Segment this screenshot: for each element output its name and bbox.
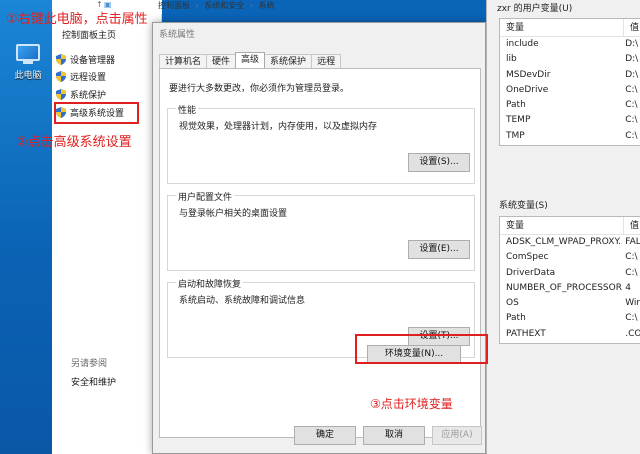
annotation-step1: ①右键此电脑，点击属性 bbox=[6, 12, 148, 27]
tab-hardware[interactable]: 硬件 bbox=[206, 54, 237, 68]
user-profiles-desc: 与登录帐户相关的桌面设置 bbox=[179, 209, 288, 219]
list-item[interactable]: Path C:\ bbox=[500, 98, 640, 113]
annotation-step3: ③点击环境变量 bbox=[370, 397, 453, 411]
performance-settings-button[interactable]: 设置(S)... bbox=[408, 153, 470, 172]
breadcrumb: 控制面板 › 系统和安全 › 系统 bbox=[158, 1, 275, 10]
shield-icon bbox=[56, 71, 66, 82]
performance-desc: 视觉效果，处理器计划，内存使用，以及虚拟内存 bbox=[179, 122, 378, 132]
highlight-advanced-settings bbox=[54, 102, 139, 124]
list-item[interactable]: ADSK_CLM_WPAD_PROXY... FAL bbox=[500, 235, 640, 250]
list-item[interactable]: TEMP C:\ bbox=[500, 113, 640, 128]
desktop: 此电脑 bbox=[0, 0, 52, 454]
value-column-header[interactable]: 值 bbox=[624, 217, 639, 234]
system-window: ↑ ▣ 控制面板主页 设备管理器 远程设置 系统保护 高级系统设置 另请参阅 安… bbox=[52, 0, 162, 454]
user-profiles-group: 用户配置文件 与登录帐户相关的桌面设置 设置(E)... bbox=[167, 190, 475, 271]
system-protection-link[interactable]: 系统保护 bbox=[56, 88, 106, 101]
list-item[interactable]: OS Wir bbox=[500, 296, 640, 311]
apply-button[interactable]: 应用(A) bbox=[432, 426, 482, 445]
system-variables-list[interactable]: 变量 值 ADSK_CLM_WPAD_PROXY... FAL ComSpec C:… bbox=[499, 216, 640, 344]
tab-computer-name[interactable]: 计算机名 bbox=[159, 54, 208, 68]
list-item[interactable]: NUMBER_OF_PROCESSORS 4 bbox=[500, 281, 640, 296]
system-properties-dialog: 系统属性 计算机名 硬件 高级 系统保护 远程 要进行大多数更改，你必须作为管理… bbox=[152, 22, 486, 454]
cancel-button[interactable]: 取消 bbox=[363, 426, 425, 445]
user-profiles-title: 用户配置文件 bbox=[176, 190, 235, 203]
startup-recovery-desc: 系统启动、系统故障和调试信息 bbox=[179, 296, 306, 306]
user-variables-title: zxr 的用户变量(U) bbox=[497, 4, 573, 14]
list-item[interactable]: TMP C:\ bbox=[500, 129, 640, 144]
dialog-tabs: 计算机名 硬件 高级 系统保护 远程 bbox=[159, 52, 342, 68]
performance-title: 性能 bbox=[176, 103, 199, 116]
this-pc-shortcut[interactable]: 此电脑 bbox=[8, 44, 48, 81]
value-column-header[interactable]: 值 bbox=[624, 19, 639, 36]
list-item[interactable]: DriverData C:\ bbox=[500, 266, 640, 281]
tab-system-protection[interactable]: 系统保护 bbox=[264, 54, 313, 68]
remote-settings-link[interactable]: 远程设置 bbox=[56, 70, 106, 83]
user-variables-list[interactable]: 变量 值 include D:\ lib D:\ MSDevDir D:\ OneDr… bbox=[499, 18, 640, 146]
list-item[interactable]: ComSpec C:\ bbox=[500, 250, 640, 265]
annotation-step2: ②点击高级系统设置 bbox=[16, 135, 132, 150]
highlight-env-button bbox=[355, 334, 488, 364]
variable-column-header[interactable]: 变量 bbox=[500, 217, 624, 234]
performance-group: 性能 视觉效果，处理器计划，内存使用，以及虚拟内存 设置(S)... bbox=[167, 103, 475, 184]
environment-variables-window: zxr 的用户变量(U) 变量 值 include D:\ lib D:\ MSDe… bbox=[486, 0, 640, 454]
ok-button[interactable]: 确定 bbox=[294, 426, 356, 445]
shield-icon bbox=[56, 89, 66, 100]
computer-icon bbox=[16, 44, 40, 61]
list-item[interactable]: Path C:\ bbox=[500, 311, 640, 326]
dialog-title: 系统属性 bbox=[159, 30, 196, 40]
this-pc-label: 此电脑 bbox=[14, 71, 42, 81]
control-panel-home-link[interactable]: 控制面板主页 bbox=[62, 28, 116, 41]
list-item[interactable]: lib D:\ bbox=[500, 52, 640, 67]
shield-icon bbox=[56, 54, 66, 65]
startup-recovery-title: 启动和故障恢复 bbox=[176, 277, 244, 290]
device-manager-link[interactable]: 设备管理器 bbox=[56, 53, 115, 66]
tab-remote[interactable]: 远程 bbox=[311, 54, 342, 68]
variable-column-header[interactable]: 变量 bbox=[500, 19, 624, 36]
admin-note: 要进行大多数更改，你必须作为管理员登录。 bbox=[169, 84, 350, 94]
list-item[interactable]: PATHEXT .CO bbox=[500, 327, 640, 342]
user-profiles-settings-button[interactable]: 设置(E)... bbox=[408, 240, 470, 259]
system-variables-title: 系统变量(S) bbox=[499, 201, 548, 211]
tab-advanced[interactable]: 高级 bbox=[235, 52, 266, 68]
list-item[interactable]: OneDrive C:\ bbox=[500, 83, 640, 98]
see-also-heading: 另请参阅 bbox=[71, 359, 108, 369]
list-item[interactable]: MSDevDir D:\ bbox=[500, 68, 640, 83]
security-maintenance-link[interactable]: 安全和维护 bbox=[71, 375, 116, 388]
list-item[interactable]: include D:\ bbox=[500, 37, 640, 52]
